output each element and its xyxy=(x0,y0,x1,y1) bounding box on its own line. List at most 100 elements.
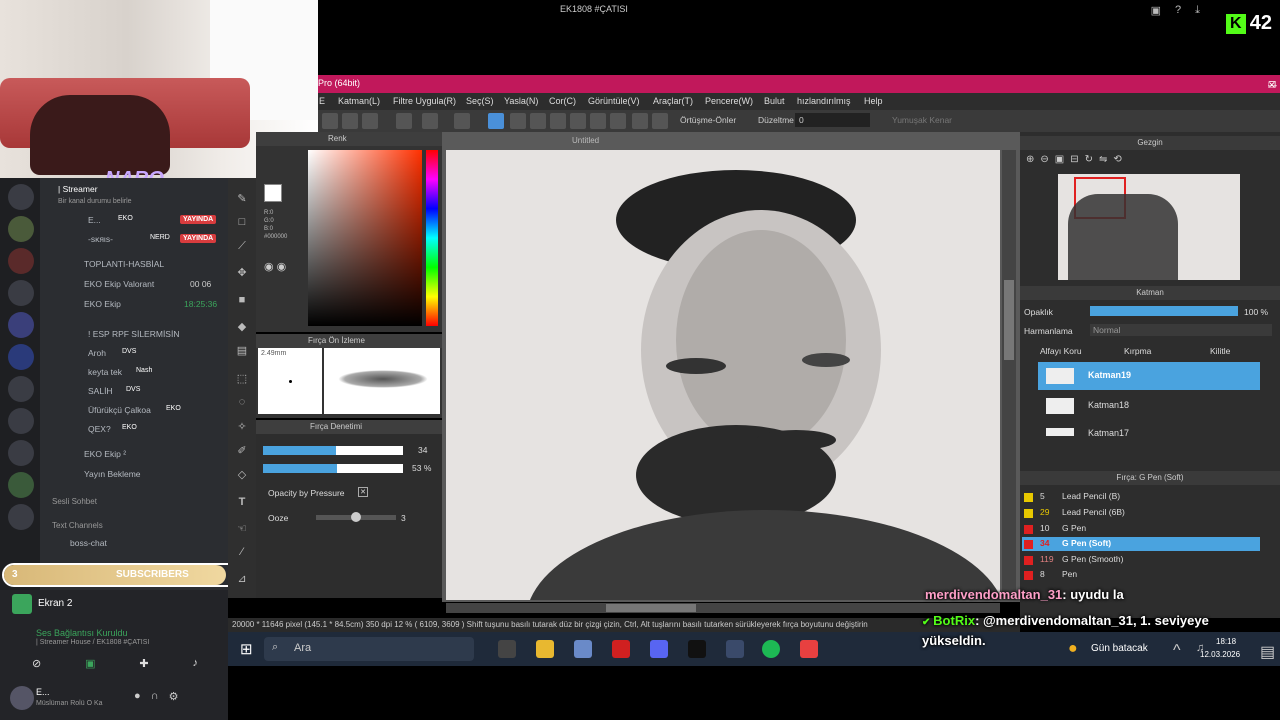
menu-item[interactable]: E xyxy=(319,96,325,106)
help-icon[interactable]: ? xyxy=(1175,4,1181,17)
voice-channel[interactable]: EKO Ekip xyxy=(84,299,121,309)
member[interactable]: SALİH xyxy=(88,386,113,396)
soft-edge-label[interactable]: Yumuşak Kenar xyxy=(892,115,952,125)
symmetry-icon[interactable] xyxy=(632,113,648,129)
flip-icon[interactable]: ⇋ xyxy=(1099,154,1107,170)
menu-item[interactable]: Cor(C) xyxy=(549,96,576,106)
search-box[interactable]: ⌕ Ara xyxy=(264,637,474,661)
reset-icon[interactable]: ⟲ xyxy=(1113,154,1121,170)
text-tool-icon[interactable]: T xyxy=(233,496,251,512)
share-screen-icon[interactable]: ▣ xyxy=(85,657,95,677)
menu-item[interactable]: Seç(S) xyxy=(466,96,494,106)
fit-icon[interactable]: ▣ xyxy=(1055,154,1064,170)
server-icon[interactable] xyxy=(8,280,34,306)
member[interactable]: Üfürükçü Çalkoa xyxy=(88,405,151,415)
close-icon[interactable]: ✕ xyxy=(1268,80,1276,91)
zoom-in-icon[interactable]: ⊕ xyxy=(1026,154,1034,170)
opacity-slider[interactable] xyxy=(1090,306,1238,316)
avatar[interactable] xyxy=(10,686,34,710)
drawing-canvas[interactable] xyxy=(446,150,1000,600)
menu-item[interactable]: Bulut xyxy=(764,96,785,106)
curve-icon[interactable] xyxy=(610,113,626,129)
pencil-icon[interactable]: ✐ xyxy=(233,444,251,460)
microphone-icon[interactable]: ● xyxy=(134,690,141,703)
adjust-select[interactable]: 0 xyxy=(795,113,870,127)
menu-item[interactable]: Katman(L) xyxy=(338,96,380,106)
headphones-icon[interactable]: ∩ xyxy=(151,690,159,703)
server-icon[interactable] xyxy=(8,440,34,466)
app-icon[interactable] xyxy=(726,640,744,658)
alpha-lock-checkbox[interactable]: Alfayı Koru xyxy=(1040,346,1082,356)
opera-icon[interactable] xyxy=(612,640,630,658)
server-icon[interactable] xyxy=(8,248,34,274)
camera-icon[interactable]: ⊘ xyxy=(32,657,41,677)
actual-size-icon[interactable]: ⊟ xyxy=(1070,154,1078,170)
settings-icon[interactable]: ⚙ xyxy=(169,690,179,703)
opacity-pressure-toggle[interactable]: ✕ xyxy=(358,487,368,497)
ellipse-icon[interactable] xyxy=(590,113,606,129)
text-channel[interactable]: boss-chat xyxy=(70,538,107,548)
zoom-out-icon[interactable]: ⊖ xyxy=(1040,154,1048,170)
brush-tool-icon[interactable]: ⟋ xyxy=(233,240,251,256)
move-tool-icon[interactable]: ✥ xyxy=(233,266,251,282)
rotate-icon[interactable]: ↻ xyxy=(1085,154,1093,170)
scrollbar-thumb[interactable] xyxy=(1004,280,1014,360)
server-icon[interactable] xyxy=(8,216,34,242)
new-file-icon[interactable] xyxy=(322,113,338,129)
user-name[interactable]: E... xyxy=(36,687,50,697)
tiktok-icon[interactable] xyxy=(688,640,706,658)
scrollbar-thumb[interactable] xyxy=(606,604,696,612)
brush-opacity-slider[interactable] xyxy=(263,464,403,473)
ooze-knob[interactable] xyxy=(351,512,361,522)
ruler-icon[interactable]: ⊿ xyxy=(233,572,251,588)
notification-icon[interactable]: ▤ xyxy=(1260,642,1275,662)
pen-tool-icon[interactable]: ✎ xyxy=(233,192,251,208)
stream-channel[interactable]: | Streamer xyxy=(58,184,98,194)
section-text[interactable]: Text Channels xyxy=(52,521,103,530)
download-icon[interactable]: ⤓ xyxy=(1195,4,1200,17)
server-icon[interactable] xyxy=(8,312,34,338)
server-icon[interactable] xyxy=(8,504,34,530)
eraser-icon[interactable]: ◇ xyxy=(233,468,251,484)
discord-icon[interactable] xyxy=(650,640,668,658)
layer-row[interactable]: Katman18 xyxy=(1038,392,1260,420)
voice-channel[interactable]: EKO Ekip ² xyxy=(84,449,126,459)
voice-status[interactable]: Ses Bağlantısı Kuruldu xyxy=(36,628,128,638)
clock-date[interactable]: 12.03.2026 xyxy=(1200,650,1240,659)
spotify-icon[interactable] xyxy=(762,640,780,658)
server-icon[interactable] xyxy=(8,408,34,434)
canvas-tab[interactable]: Untitled xyxy=(572,136,599,145)
soundboard-icon[interactable]: ♪ xyxy=(193,657,199,677)
menu-item[interactable]: Görüntüle(V) xyxy=(588,96,640,106)
save-icon[interactable] xyxy=(362,113,378,129)
voice-channel[interactable]: Yayın Bekleme xyxy=(84,469,141,479)
undo-icon[interactable] xyxy=(396,113,412,129)
brush-item[interactable]: 8 Pen xyxy=(1022,568,1260,582)
selection-icon[interactable] xyxy=(454,113,470,129)
menu-item[interactable]: Araçlar(T) xyxy=(653,96,693,106)
menu-item[interactable]: hızlandırılmış xyxy=(797,96,851,106)
hue-slider[interactable] xyxy=(426,150,438,326)
vertical-scrollbar[interactable] xyxy=(1002,150,1016,600)
tray-chevron-icon[interactable]: ^ xyxy=(1173,642,1181,660)
clipping-checkbox[interactable]: Kırpma xyxy=(1124,346,1151,356)
bucket-icon[interactable]: ◆ xyxy=(233,320,251,336)
activities-icon[interactable]: ✚ xyxy=(139,657,148,677)
cast-icon[interactable]: ▣ xyxy=(1151,4,1161,17)
voice-channel[interactable]: EKO Ekip Valorant xyxy=(84,279,154,289)
magic-wand-icon[interactable]: ✧ xyxy=(233,420,251,436)
brush-item[interactable]: 10 G Pen xyxy=(1022,522,1260,536)
menu-item[interactable]: Yasla(N) xyxy=(504,96,538,106)
snap-icon[interactable] xyxy=(550,113,566,129)
guide-icon[interactable] xyxy=(510,113,526,129)
grid-icon[interactable] xyxy=(530,113,546,129)
lasso-icon[interactable]: ◌ xyxy=(233,396,251,412)
brush-item[interactable]: 119 G Pen (Smooth) xyxy=(1022,553,1260,567)
hand-tool-icon[interactable]: ☜ xyxy=(233,522,251,538)
menu-item[interactable]: Filtre Uygula(R) xyxy=(393,96,456,106)
server-icon[interactable] xyxy=(8,376,34,402)
lock-checkbox[interactable]: Kilitle xyxy=(1210,346,1230,356)
paint-app-icon[interactable] xyxy=(574,640,592,658)
primary-color-swatch[interactable] xyxy=(264,184,282,202)
radial-icon[interactable] xyxy=(652,113,668,129)
